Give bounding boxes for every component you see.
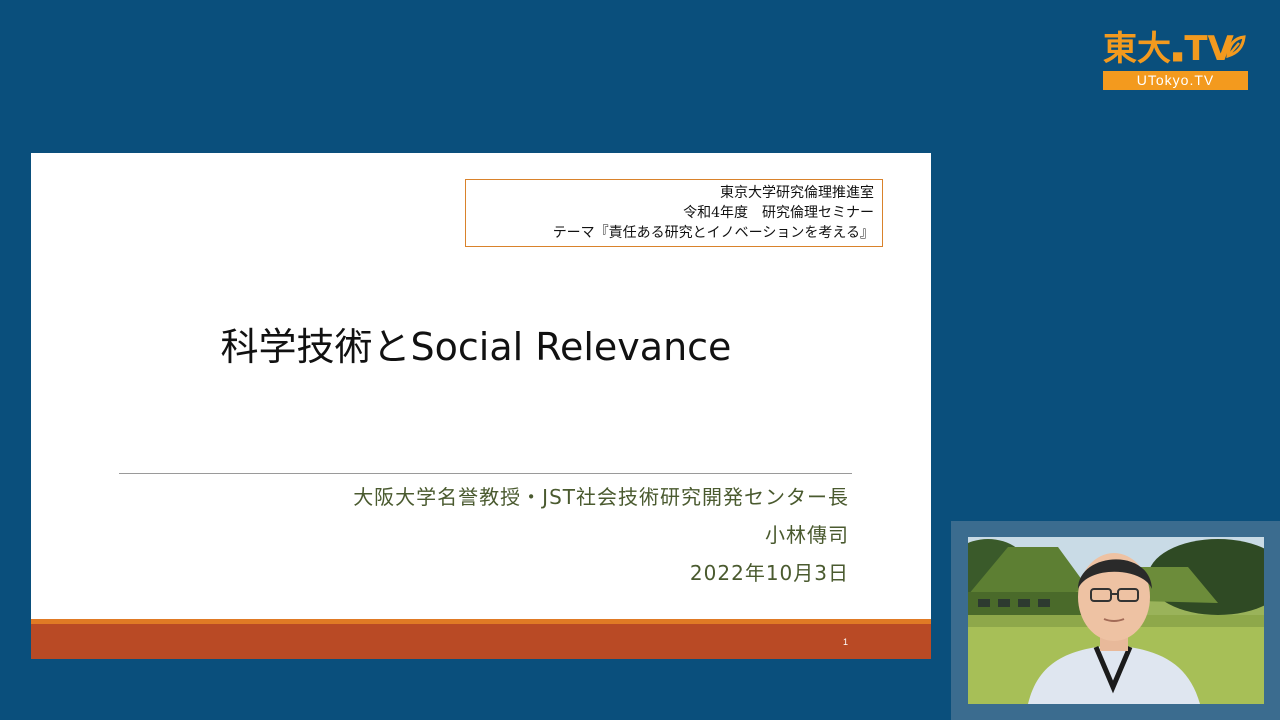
video-stage: 東大■TV UTokyo.TV 東京大学研究倫理推進室 令和4年度 研究倫理セミ… <box>0 0 1280 720</box>
slide-title: 科学技術とSocial Relevance <box>220 325 732 369</box>
presenter-info: 大阪大学名誉教授・JST社会技術研究開発センター長 小林傳司 2022年10月3… <box>353 478 849 592</box>
leaf-icon <box>1226 35 1246 59</box>
presenter-video-image <box>968 537 1264 704</box>
slide-divider <box>119 473 852 474</box>
presenter-name: 小林傳司 <box>765 523 849 547</box>
presentation-date: 2022年10月3日 <box>689 561 849 585</box>
slide-page-number: 1 <box>843 637 849 647</box>
presenter-affiliation: 大阪大学名誉教授・JST社会技術研究開発センター長 <box>353 485 849 509</box>
utokyo-tv-logo: 東大■TV UTokyo.TV <box>1103 28 1248 90</box>
logo-prefix: 東大 <box>1103 29 1171 69</box>
seminar-org: 東京大学研究倫理推進室 <box>720 185 874 201</box>
presentation-slide: 東京大学研究倫理推進室 令和4年度 研究倫理セミナー テーマ『責任ある研究とイノ… <box>31 153 931 659</box>
logo-main-text: 東大■TV <box>1103 28 1248 70</box>
webcam-video <box>968 537 1264 704</box>
seminar-theme: テーマ『責任ある研究とイノベーションを考える』 <box>552 225 874 241</box>
seminar-info-box: 東京大学研究倫理推進室 令和4年度 研究倫理セミナー テーマ『責任ある研究とイノ… <box>465 179 883 247</box>
logo-dots: ■ <box>1172 49 1184 63</box>
logo-sub-text: UTokyo.TV <box>1103 71 1248 90</box>
seminar-name: 令和4年度 研究倫理セミナー <box>683 205 874 221</box>
slide-footer-bar <box>31 624 931 659</box>
